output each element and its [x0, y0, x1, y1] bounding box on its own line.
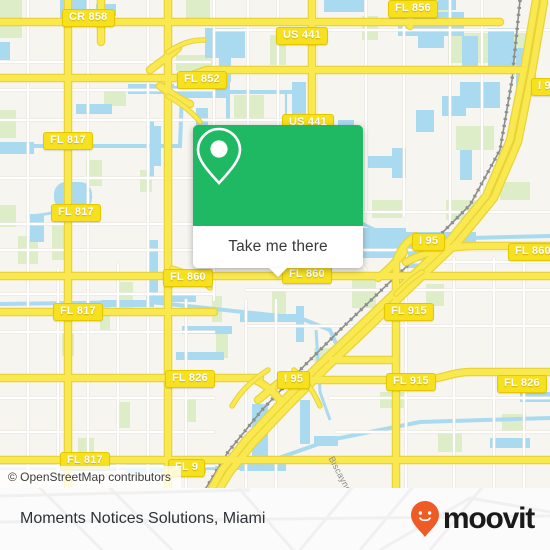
popup-pointer: [269, 268, 287, 277]
popup-icon-area: [193, 125, 363, 226]
road-shield: FL 856: [388, 0, 438, 18]
road-shield: I 95: [531, 78, 550, 96]
road-shield: FL 915: [384, 303, 434, 321]
map-pin-icon: [196, 127, 242, 185]
road-shield: FL 915: [386, 373, 436, 391]
road-shield: US 441: [276, 27, 328, 45]
road-shield: FL 852: [177, 71, 227, 89]
road-shield: I 95: [277, 371, 311, 389]
road-shield: FL 826: [497, 375, 547, 393]
take-me-there-label: Take me there: [228, 238, 328, 255]
moovit-wordmark: moovit: [442, 502, 535, 535]
map-screenshot: .land { fill:#f7f5f0; } .water { fill:#a…: [0, 0, 550, 550]
road-shield: FL 826: [165, 370, 215, 388]
road-shield: FL 860: [508, 243, 550, 261]
place-popup-card[interactable]: Take me there: [193, 125, 363, 277]
road-shield: FL 860: [163, 269, 213, 287]
moovit-brand[interactable]: moovit: [410, 500, 535, 538]
road-shield: FL 817: [53, 303, 103, 321]
road-shield: FL 817: [51, 204, 101, 222]
attribution-text: © OpenStreetMap contributors: [8, 470, 171, 484]
road-shield: CR 858: [62, 9, 115, 27]
moovit-smiley-pin-icon: [410, 501, 439, 537]
take-me-there-button[interactable]: Take me there: [193, 226, 363, 268]
road-shield: FL 860: [282, 266, 332, 284]
map-canvas[interactable]: .land { fill:#f7f5f0; } .water { fill:#a…: [0, 0, 550, 488]
osm-attribution[interactable]: © OpenStreetMap contributors: [0, 466, 181, 488]
road-shield: I 95: [412, 233, 446, 251]
road-shield: FL 817: [43, 132, 93, 150]
place-title: Moments Notices Solutions, Miami: [20, 510, 266, 527]
footer-bar: Moments Notices Solutions, Miami moovit: [0, 488, 550, 550]
